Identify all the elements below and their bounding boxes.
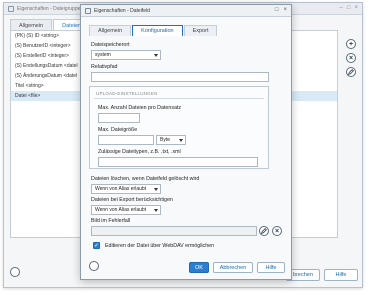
max-files-label: Max. Anzahl Dateien pro Datensatz <box>98 105 182 111</box>
upload-settings-group: UPLOAD-EINSTELLUNGEN Max. Anzahl Dateien… <box>89 86 269 169</box>
maximize-icon[interactable]: □ <box>347 5 351 11</box>
background-help-button[interactable]: Hilfe <box>324 269 358 281</box>
storage-location-value: system <box>95 52 111 58</box>
dialog-titlebar: Eigenschaften - Dateifeld □ × <box>81 5 291 17</box>
upload-settings-title: UPLOAD-EINSTELLUNGEN <box>96 91 158 96</box>
chevron-down-icon <box>179 138 183 142</box>
help-button[interactable]: Hilfe <box>257 262 285 273</box>
add-icon[interactable]: + <box>346 39 356 49</box>
window-icon <box>8 5 14 12</box>
webdav-label: Editieren der Datei über WebDAV ermöglic… <box>105 243 215 249</box>
export-files-label: Dateien bei Export berücksichtigen <box>91 197 173 203</box>
export-files-select[interactable]: Wenn von Alias erlaubt <box>91 205 161 215</box>
edit-icon[interactable] <box>346 67 356 77</box>
webdav-checkbox[interactable]: ✓ <box>93 242 100 249</box>
navigation-icon[interactable] <box>10 267 20 277</box>
max-size-input[interactable] <box>98 135 154 145</box>
error-image-label: Bild im Fehlerfall <box>91 218 131 224</box>
close-icon[interactable]: × <box>354 5 358 11</box>
allowed-types-label: Zulässige Dateitypen, z.B. .txt, .xml <box>98 149 181 155</box>
chevron-down-icon <box>154 208 158 212</box>
chevron-down-icon <box>154 53 158 57</box>
dialog-title: Eigenschaften - Dateifeld <box>94 7 150 14</box>
delete-icon[interactable]: × <box>346 53 356 63</box>
tab-allgemein[interactable]: Allgemein <box>89 25 132 36</box>
file-field-properties-dialog: Eigenschaften - Dateifeld □ × Allgemein … <box>80 4 292 280</box>
close-icon[interactable]: × <box>283 7 287 13</box>
delete-files-select[interactable]: Wenn von Alias erlaubt <box>91 184 161 194</box>
tab-export[interactable]: Export <box>183 25 218 36</box>
divider <box>94 98 264 99</box>
export-files-value: Wenn von Alias erlaubt <box>95 207 147 213</box>
configuration-panel: Dateispeicherort system Relativpfad UPLO… <box>89 36 285 256</box>
navigation-icon[interactable] <box>89 261 99 271</box>
clear-icon[interactable]: × <box>272 226 282 236</box>
storage-location-label: Dateispeicherort <box>91 42 130 48</box>
error-image-input[interactable] <box>91 226 257 236</box>
relative-path-label: Relativpfad <box>91 64 118 70</box>
delete-files-label: Dateien löschen, wenn Dateifeld gelöscht… <box>91 176 200 182</box>
storage-location-select[interactable]: system <box>91 50 161 60</box>
dialog-tabs: Allgemein Konfiguration Export <box>89 25 218 36</box>
background-window-title: Eigenschaften - Dateigruppe <box>17 5 81 12</box>
max-files-input[interactable] <box>98 113 140 123</box>
allowed-types-input[interactable] <box>98 157 258 167</box>
max-size-label: Max. Dateigröße <box>98 127 138 133</box>
minimize-icon[interactable]: – <box>340 5 343 11</box>
relative-path-input[interactable] <box>91 72 269 82</box>
chevron-down-icon <box>154 187 158 191</box>
size-unit-select[interactable]: Byte <box>156 135 186 145</box>
cancel-button[interactable]: Abbrechen <box>213 262 253 273</box>
side-toolbar: + × <box>346 39 356 77</box>
window-icon <box>85 7 91 14</box>
tab-konfiguration[interactable]: Konfiguration <box>132 25 183 36</box>
delete-files-value: Wenn von Alias erlaubt <box>95 186 147 192</box>
maximize-icon[interactable]: □ <box>275 7 279 13</box>
size-unit-value: Byte <box>160 137 171 143</box>
edit-icon[interactable] <box>259 226 269 236</box>
ok-button[interactable]: OK <box>189 262 209 273</box>
